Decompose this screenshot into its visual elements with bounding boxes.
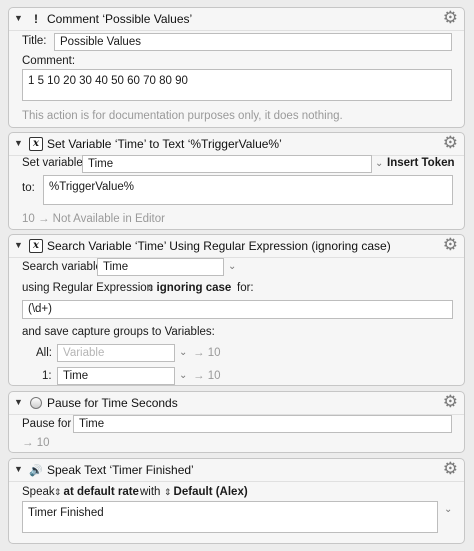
case-option-label: ignoring case xyxy=(156,282,232,294)
group-1-field[interactable]: Time xyxy=(57,367,175,385)
chevron-down-icon[interactable]: ⌄ xyxy=(179,347,187,358)
comment-action: ▼ ! Comment ‘Possible Values’ ⚙ Title: P… xyxy=(8,7,465,128)
gear-icon[interactable]: ⚙ xyxy=(443,460,458,478)
set-variable-action-header: ▼ x Set Variable ‘Time’ to Text ‘%Trigge… xyxy=(9,133,464,156)
speaker-icon: 🔊 xyxy=(29,464,43,477)
gear-icon[interactable]: ⚙ xyxy=(443,9,458,27)
regex-field[interactable]: (\d+) xyxy=(22,300,453,319)
exclamation-icon: ! xyxy=(34,12,38,26)
stepper-icon: ⇕ xyxy=(164,487,172,497)
group-1-label: 1: xyxy=(42,370,52,382)
search-variable-action: ▼ x Search Variable ‘Time’ Using Regular… xyxy=(8,234,465,386)
all-variable-placeholder: Variable xyxy=(63,347,105,359)
chevron-down-icon[interactable]: ⌄ xyxy=(375,158,383,169)
set-variable-label: Set variable xyxy=(22,157,83,169)
search-variable-field[interactable]: Time xyxy=(97,258,224,276)
speak-label: Speak xyxy=(22,486,55,498)
chevron-down-icon[interactable]: ⌄ xyxy=(179,370,187,381)
pause-icon xyxy=(29,396,43,410)
all-label: All: xyxy=(36,347,52,359)
pause-for-label: Pause for xyxy=(22,418,72,430)
title-label: Title: xyxy=(22,35,47,47)
comment-action-title: Comment ‘Possible Values’ xyxy=(47,12,193,26)
disclosure-triangle-icon[interactable]: ▼ xyxy=(14,464,23,474)
disclosure-triangle-icon[interactable]: ▼ xyxy=(14,13,23,23)
set-variable-action-title: Set Variable ‘Time’ to Text ‘%TriggerVal… xyxy=(47,137,282,151)
set-variable-action: ▼ x Set Variable ‘Time’ to Text ‘%Trigge… xyxy=(8,132,465,230)
all-result: → 10 xyxy=(193,347,221,359)
speak-text-action: ▼ 🔊 Speak Text ‘Timer Finished’ ⚙ Speak … xyxy=(8,458,465,544)
pause-action: ▼ Pause for Time Seconds ⚙ Pause for Tim… xyxy=(8,391,465,453)
variable-x-icon: x xyxy=(29,239,43,253)
comment-note: This action is for documentation purpose… xyxy=(22,110,343,122)
disclosure-triangle-icon[interactable]: ▼ xyxy=(14,138,23,148)
for-label: for: xyxy=(237,282,254,294)
using-regex-label: using Regular Expression xyxy=(22,282,154,294)
set-variable-footer: 10 → Not Available in Editor xyxy=(22,213,165,225)
to-field[interactable]: %TriggerValue% xyxy=(43,175,453,205)
speak-text-action-title: Speak Text ‘Timer Finished’ xyxy=(47,463,194,477)
pause-action-header: ▼ Pause for Time Seconds ⚙ xyxy=(9,392,464,415)
pause-result: → 10 xyxy=(22,437,50,449)
chevron-down-icon[interactable]: ⌄ xyxy=(444,158,452,169)
pause-action-title: Pause for Time Seconds xyxy=(47,396,178,410)
title-field[interactable]: Possible Values xyxy=(54,33,452,51)
stepper-icon: ⇕ xyxy=(54,487,62,497)
disclosure-triangle-icon[interactable]: ▼ xyxy=(14,240,23,250)
chevron-down-icon[interactable]: ⌄ xyxy=(228,261,236,272)
gear-icon[interactable]: ⚙ xyxy=(443,393,458,411)
disclosure-triangle-icon[interactable]: ▼ xyxy=(14,397,23,407)
rate-popup[interactable]: ⇕ at default rate xyxy=(54,486,139,498)
search-variable-action-title: Search Variable ‘Time’ Using Regular Exp… xyxy=(47,239,391,253)
case-option-popup[interactable]: ⇕ ignoring case xyxy=(147,282,231,294)
comment-label: Comment: xyxy=(22,55,76,67)
gear-icon[interactable]: ⚙ xyxy=(443,236,458,254)
save-capture-label: and save capture groups to Variables: xyxy=(22,326,215,338)
search-variable-action-header: ▼ x Search Variable ‘Time’ Using Regular… xyxy=(9,235,464,258)
variable-x-icon: x xyxy=(29,137,43,151)
speak-text-field[interactable]: Timer Finished xyxy=(22,501,438,533)
voice-label: Default (Alex) xyxy=(173,486,248,498)
to-label: to: xyxy=(22,182,35,194)
speak-text-action-header: ▼ 🔊 Speak Text ‘Timer Finished’ ⚙ xyxy=(9,459,464,482)
set-variable-field[interactable]: Time xyxy=(82,155,372,173)
comment-action-header: ▼ ! Comment ‘Possible Values’ ⚙ xyxy=(9,8,464,31)
rate-label: at default rate xyxy=(63,486,139,498)
stepper-icon: ⇕ xyxy=(147,283,155,293)
voice-popup[interactable]: ⇕ Default (Alex) xyxy=(164,486,248,498)
group-1-result: → 10 xyxy=(193,370,221,382)
with-label: with xyxy=(140,486,161,498)
chevron-down-icon[interactable]: ⌄ xyxy=(444,504,452,515)
comment-field[interactable]: 1 5 10 20 30 40 50 60 70 80 90 xyxy=(22,69,452,101)
pause-duration-field[interactable]: Time xyxy=(73,415,452,433)
all-variable-field[interactable]: Variable xyxy=(57,344,175,362)
gear-icon[interactable]: ⚙ xyxy=(443,134,458,152)
search-variable-label: Search variable xyxy=(22,261,102,273)
